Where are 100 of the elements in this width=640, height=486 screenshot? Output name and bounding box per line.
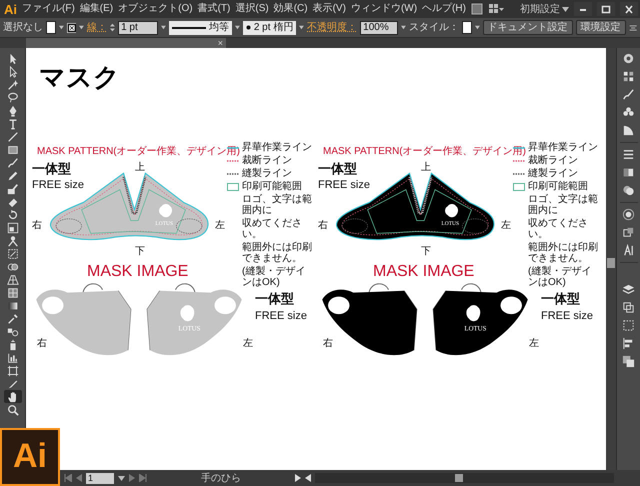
last-page-icon[interactable] [139, 474, 147, 482]
size-type-label: 一体型 [318, 162, 357, 176]
direction-label: 右 [37, 337, 47, 351]
size-label: FREE size [541, 309, 593, 324]
artboard-title: マスク [39, 65, 120, 91]
stroke-weight-field[interactable]: 1 pt [118, 20, 158, 34]
menu-item[interactable]: ファイル(F) [22, 3, 75, 15]
note-text: 収めてください。 [527, 218, 589, 240]
size-type-label: 一体型 [32, 162, 71, 176]
document-tab[interactable]: × [26, 38, 226, 48]
style-label: スタイル： [409, 21, 460, 35]
horizontal-scrollbar[interactable] [315, 473, 614, 483]
layers-icon[interactable] [622, 283, 635, 296]
note-text: 収めてください。 [241, 218, 303, 240]
direction-label: 左 [501, 219, 511, 233]
note-text: 範囲外には印刷できません。 [527, 242, 599, 264]
direction-label: 右 [32, 219, 42, 233]
scrollbar-thumb[interactable] [607, 258, 615, 268]
size-type-label: 一体型 [255, 292, 294, 306]
direction-label: 上 [135, 160, 145, 175]
grid-icon[interactable] [488, 3, 504, 15]
caret-icon[interactable] [58, 25, 64, 30]
direction-label: 右 [323, 337, 333, 351]
line-icon [172, 26, 206, 30]
lines-icon[interactable] [622, 148, 635, 161]
direction-label: 左 [215, 219, 225, 233]
caret-icon[interactable] [79, 25, 84, 30]
legend-label: 縫製ライン [242, 168, 292, 179]
note-text: (縫製・デザインはOK) [241, 266, 306, 288]
brush-dropdown[interactable]: 2 pt 楕円 [242, 20, 296, 34]
legend-label: 縫製ライン [528, 168, 578, 179]
direction-label: 下 [135, 245, 145, 259]
caret-icon[interactable] [562, 6, 569, 12]
menu-item[interactable]: ウィンドウ(W) [350, 3, 418, 15]
size-label: FREE size [318, 178, 370, 193]
gradient-icon[interactable] [622, 166, 635, 179]
play-icon[interactable] [295, 474, 301, 482]
swatches-icon[interactable] [622, 70, 635, 83]
opacity-field[interactable]: 100% [360, 20, 398, 34]
square-icon[interactable] [470, 3, 483, 15]
note-text: ロゴ、文字は範囲内に [527, 194, 599, 216]
hand-icon[interactable] [4, 390, 22, 403]
direction-label: 下 [421, 245, 431, 259]
caret-icon[interactable] [161, 25, 166, 30]
caret-icon[interactable] [474, 25, 480, 30]
previous-page-icon[interactable] [76, 474, 82, 482]
mask-image-title: MASK IMAGE [87, 262, 188, 282]
scrollbar-thumb[interactable] [455, 474, 463, 482]
fill-swatch[interactable] [46, 21, 56, 34]
size-label: FREE size [32, 178, 84, 193]
stroke-profile-dropdown[interactable]: 均等 [168, 20, 232, 34]
stroke-label[interactable]: 線： [87, 20, 108, 35]
color-wheel-icon[interactable] [622, 52, 635, 65]
sun-icon[interactable] [622, 208, 635, 221]
maximize-button[interactable] [597, 2, 615, 16]
artboards-icon[interactable] [622, 301, 635, 314]
overlap-circles-icon[interactable] [622, 184, 635, 197]
align-icon[interactable] [628, 22, 637, 32]
brush-icon[interactable] [622, 88, 635, 101]
close-icon [623, 4, 635, 14]
caret-icon[interactable] [118, 476, 125, 480]
opacity-label[interactable]: 不透明度： [307, 20, 358, 35]
menu-item[interactable]: 効果(C) [274, 3, 308, 15]
dot-icon [246, 25, 251, 30]
caret-icon[interactable] [401, 25, 406, 30]
transform-icon[interactable] [622, 226, 635, 239]
pathfinder-icon[interactable] [622, 355, 635, 368]
settings-button[interactable]: 環境設定 [576, 20, 626, 35]
stepper-icon[interactable] [110, 21, 116, 34]
first-page-icon[interactable] [64, 474, 72, 482]
dotted-square-icon[interactable] [622, 319, 635, 332]
direction-label: 左 [529, 337, 539, 351]
note-text: (縫製・デザインはOK) [527, 266, 592, 288]
selection-status: 選択なし [3, 21, 43, 35]
settings-button[interactable]: ドキュメント設定 [482, 20, 573, 35]
caret-icon[interactable] [234, 25, 240, 30]
workspace-switcher[interactable]: 初期設定 [520, 2, 569, 16]
menu-item[interactable]: 表示(V) [312, 3, 346, 15]
caret-icon[interactable] [299, 25, 304, 30]
stroke-swatch-icon[interactable] [66, 20, 76, 34]
close-button[interactable]: × [218, 38, 223, 48]
app-logo: Ai [0, 428, 60, 486]
align-icon[interactable] [622, 337, 635, 350]
menu-item[interactable]: 編集(E) [80, 3, 114, 15]
menu-item[interactable]: オブジェクト(O) [118, 3, 193, 15]
legend-label: 印刷可能範囲 [528, 181, 588, 192]
legend-label: 昇華作業ライン [242, 142, 312, 153]
direction-label: 左 [243, 337, 253, 351]
menu-item[interactable]: ヘルプ(H) [422, 3, 466, 15]
next-page-icon[interactable] [129, 474, 135, 482]
page-field[interactable]: 1 [86, 472, 114, 484]
mask-image-title: MASK IMAGE [373, 262, 474, 282]
menu-item[interactable]: 書式(T) [198, 3, 230, 15]
close-button[interactable] [620, 2, 638, 16]
vertical-scrollbar[interactable] [606, 48, 616, 470]
scroll-left-icon[interactable] [305, 474, 311, 482]
legend-label: 裁断ライン [242, 155, 292, 166]
menu-item[interactable]: 選択(S) [235, 3, 269, 15]
minimize-button[interactable] [574, 2, 592, 16]
style-swatch[interactable] [462, 21, 472, 34]
